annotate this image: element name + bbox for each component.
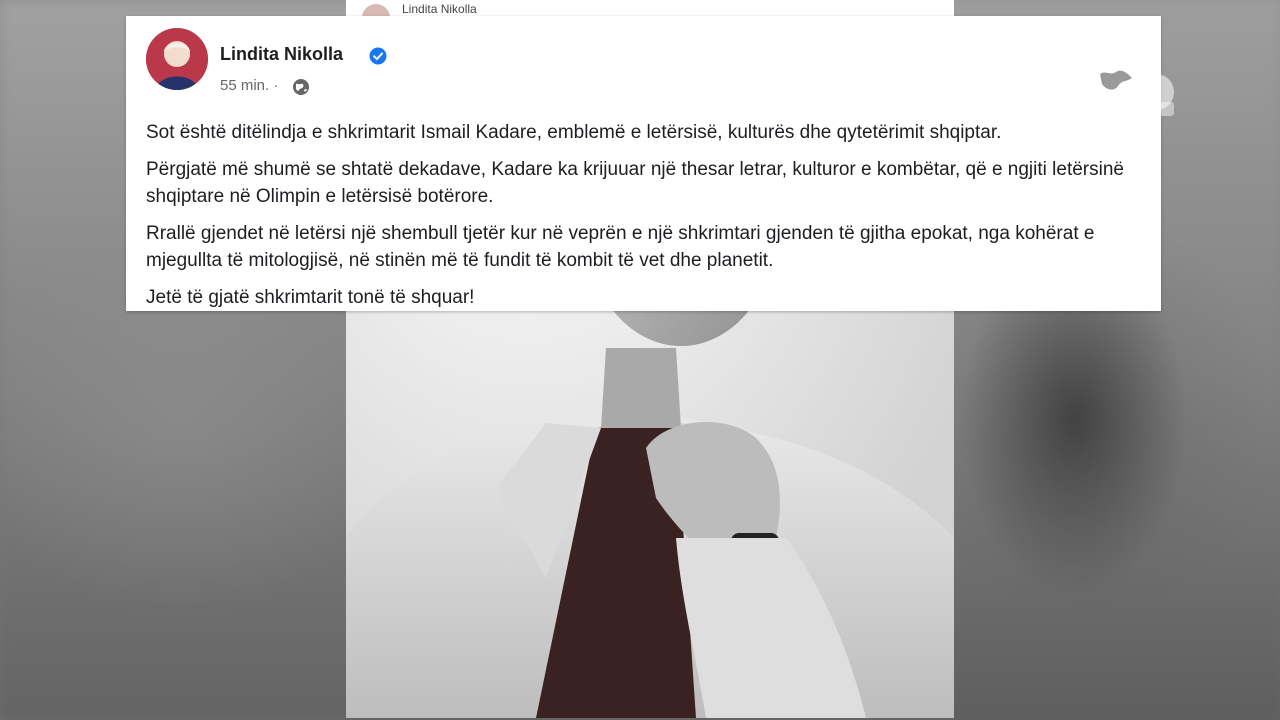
author-name[interactable]: Lindita Nikolla — [220, 44, 343, 65]
post-time[interactable]: 55 min. — [220, 77, 269, 94]
post-paragraph: Përgjatë më shumë se shtatë dekadave, Ka… — [146, 159, 1124, 207]
avatar-image — [146, 28, 208, 90]
globe-icon[interactable] — [292, 78, 310, 96]
meta-separator: · — [273, 77, 279, 94]
author-name: Lindita Nikolla — [402, 2, 477, 16]
verified-badge-icon — [369, 47, 387, 65]
post-paragraph: Rrallë gjendet në letërsi një shembull t… — [146, 223, 1095, 271]
post-body: Sot është ditëlindja e shkrimtarit Ismai… — [146, 119, 1146, 321]
channel-logo-icon — [1094, 53, 1174, 116]
facebook-post-card: Lindita Nikolla 55 min. · Sot është ditë… — [126, 16, 1161, 311]
avatar[interactable] — [146, 28, 208, 90]
post-paragraph: Jetë të gjatë shkrimtarit tonë të shquar… — [146, 287, 475, 308]
post-meta: 55 min. · — [220, 77, 278, 94]
post-paragraph: Sot është ditëlindja e shkrimtarit Ismai… — [146, 122, 1002, 143]
